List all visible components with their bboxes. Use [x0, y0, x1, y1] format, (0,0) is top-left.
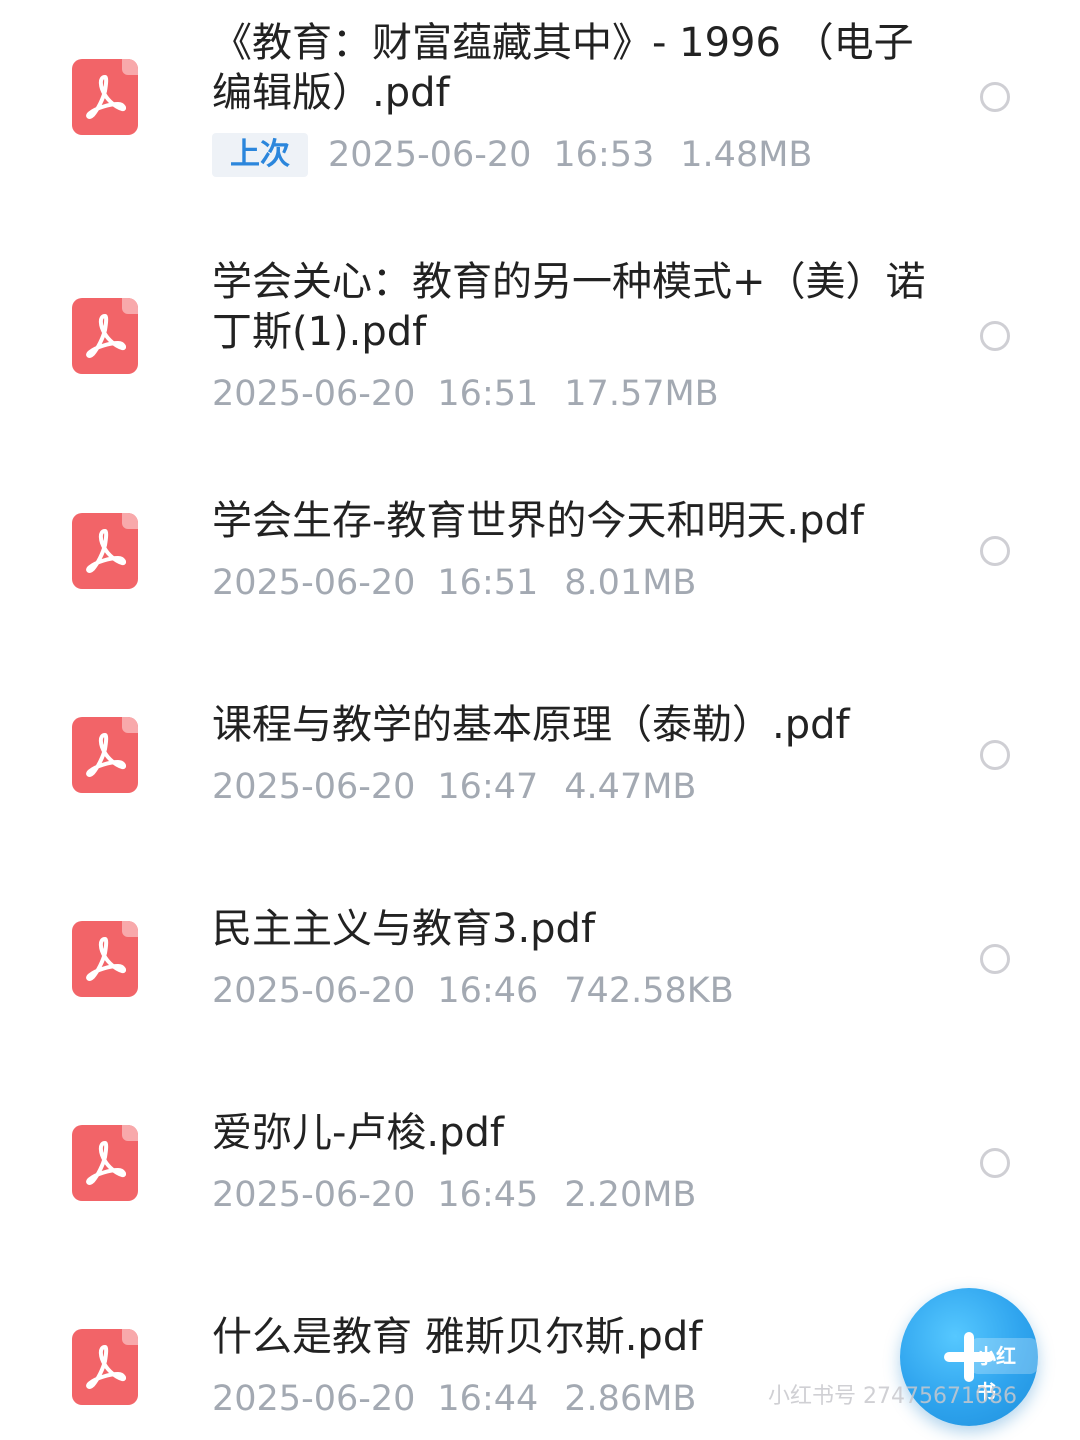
file-size: 4.47MB — [564, 767, 697, 807]
file-size: 742.58KB — [564, 971, 734, 1011]
file-meta: 2025-06-20 16:51 17.57MB — [212, 371, 932, 417]
file-meta: 2025-06-20 16:51 8.01MB — [212, 560, 932, 606]
file-date: 2025-06-20 — [212, 971, 416, 1011]
file-time: 16:51 — [437, 563, 539, 603]
file-time: 16:46 — [437, 971, 539, 1011]
file-size: 2.86MB — [564, 1379, 697, 1419]
file-meta: 2025-06-20 16:45 2.20MB — [212, 1172, 932, 1218]
file-date: 2025-06-20 — [212, 563, 416, 603]
pdf-acrobat-icon — [86, 1345, 126, 1389]
watermark: 小红书号 27475671086 — [768, 1384, 1017, 1409]
pdf-file-icon — [72, 1125, 138, 1201]
file-name: 学会生存-教育世界的今天和明天.pdf — [212, 498, 865, 544]
file-size: 17.57MB — [564, 374, 719, 414]
pdf-acrobat-icon — [86, 75, 126, 119]
file-name: 课程与教学的基本原理（泰勒）.pdf — [212, 702, 850, 748]
pdf-acrobat-icon — [86, 937, 126, 981]
file-name: 学会关心：教育的另一种模式+（美）诺丁斯(1).pdf — [212, 259, 926, 355]
pdf-acrobat-icon — [86, 1141, 126, 1185]
file-date: 2025-06-20 — [212, 1379, 416, 1419]
file-size: 8.01MB — [564, 563, 697, 603]
pdf-file-icon — [72, 298, 138, 374]
select-radio[interactable] — [980, 82, 1010, 112]
file-date: 2025-06-20 — [212, 1175, 416, 1215]
file-meta: 上次 2025-06-20 16:53 1.48MB — [212, 132, 932, 178]
pdf-file-icon — [72, 1329, 138, 1405]
file-date: 2025-06-20 — [328, 135, 532, 175]
file-list: 《教育：财富蕴藏其中》- 1996 （电子编辑版）.pdf 上次 2025-06… — [0, 0, 1080, 1440]
file-meta: 2025-06-20 16:46 742.58KB — [212, 968, 932, 1014]
file-date: 2025-06-20 — [212, 767, 416, 807]
file-name: 爱弥儿-卢梭.pdf — [212, 1110, 505, 1156]
file-name: 《教育：财富蕴藏其中》- 1996 （电子编辑版）.pdf — [212, 20, 914, 116]
pdf-acrobat-icon — [86, 529, 126, 573]
file-name: 民主主义与教育3.pdf — [212, 906, 596, 952]
recent-badge: 上次 — [212, 133, 308, 177]
file-time: 16:45 — [437, 1175, 539, 1215]
pdf-acrobat-icon — [86, 314, 126, 358]
file-date: 2025-06-20 — [212, 374, 416, 414]
pdf-file-icon — [72, 921, 138, 997]
pdf-file-icon — [72, 513, 138, 589]
file-name: 什么是教育 雅斯贝尔斯.pdf — [212, 1314, 703, 1360]
select-radio[interactable] — [980, 740, 1010, 770]
select-radio[interactable] — [980, 321, 1010, 351]
file-time: 16:44 — [437, 1379, 539, 1419]
file-size: 1.48MB — [680, 135, 813, 175]
pdf-file-icon — [72, 717, 138, 793]
file-meta: 2025-06-20 16:47 4.47MB — [212, 764, 932, 810]
file-size: 2.20MB — [564, 1175, 697, 1215]
file-time: 16:47 — [437, 767, 539, 807]
pdf-file-icon — [72, 59, 138, 135]
fab-logo-tag: 小红书 — [970, 1338, 1038, 1404]
pdf-acrobat-icon — [86, 733, 126, 777]
select-radio[interactable] — [980, 536, 1010, 566]
select-radio[interactable] — [980, 1148, 1010, 1178]
file-time: 16:51 — [437, 374, 539, 414]
file-time: 16:53 — [553, 135, 655, 175]
select-radio[interactable] — [980, 944, 1010, 974]
